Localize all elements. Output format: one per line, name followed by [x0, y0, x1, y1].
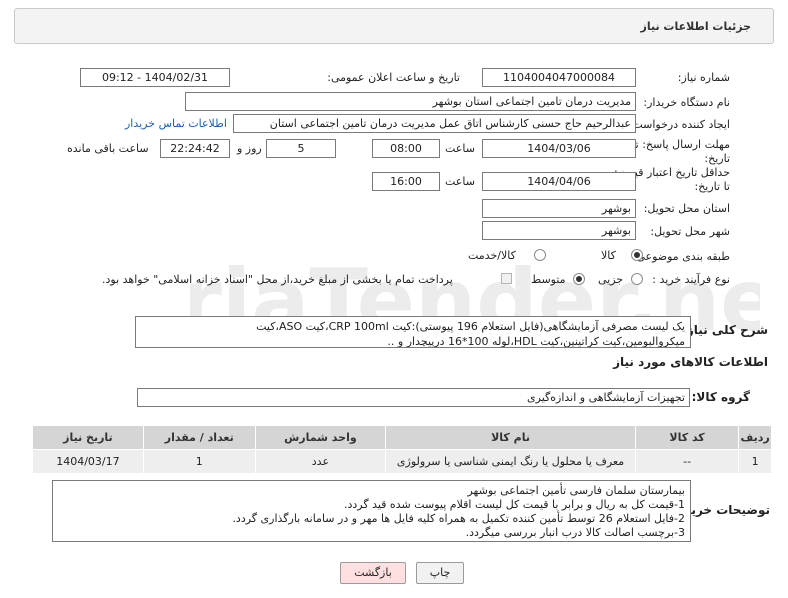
table-cell-row-number: 1: [738, 449, 772, 474]
header-frame: جزئیات اطلاعات نیاز: [14, 8, 774, 44]
reply-time-label: ساعت: [445, 142, 475, 155]
buyer-note-line-1: بیمارستان سلمان فارسی تأمین اجتماعی بوشه…: [467, 484, 685, 497]
process-radio-medium[interactable]: [573, 273, 585, 285]
buyer-note-line-4: 3-برچسب اصالت کالا درب انبار بررسی میگرد…: [465, 526, 685, 539]
payment-note: پرداخت تمام یا بخشی از مبلغ خرید،از محل …: [102, 273, 453, 286]
announce-label: تاریخ و ساعت اعلان عمومی:: [327, 71, 460, 84]
description-label: شرح کلی نیاز:: [682, 323, 768, 337]
table-header-unit: واحد شمارش: [254, 425, 387, 450]
print-button[interactable]: چاپ: [416, 562, 464, 584]
category-radio-goods-service[interactable]: [534, 249, 546, 261]
price-time-field: 16:00: [372, 172, 440, 191]
description-line-2: میکروالبومین،کیت کراتینین،کیت HDL،لوله 1…: [387, 335, 685, 348]
creator-field: عبدالرحیم حاج حسنی کارشناس اتاق عمل مدیر…: [233, 114, 636, 133]
table-cell-need-date: 1404/03/17: [32, 449, 144, 474]
announce-field: 1404/02/31 - 09:12: [80, 68, 230, 87]
need-number-field: 1104004047000084: [482, 68, 636, 87]
page-title: جزئیات اطلاعات نیاز: [640, 20, 752, 33]
buyer-field: مدیریت درمان تامین اجتماعی استان بوشهر: [185, 92, 636, 111]
process-option-minor: جزیی: [598, 273, 624, 286]
remaining-time-field: 22:24:42: [160, 139, 230, 158]
remaining-label: ساعت باقی مانده: [67, 142, 149, 155]
goods-group-label: گروه کالا:: [691, 390, 750, 404]
creator-label: ایجاد کننده درخواست:: [628, 118, 730, 131]
province-label: استان محل تحویل:: [643, 202, 730, 215]
process-label: نوع فرآیند خرید :: [652, 273, 730, 286]
table-cell-name: معرف یا محلول یا رنگ ایمنی شناسی یا سرول…: [385, 449, 636, 474]
days-field: 5: [266, 139, 336, 158]
buyer-note-line-2: 1-قیمت کل به ریال و برابر با قیمت کل لیس…: [343, 498, 685, 511]
table-header-name: نام کالا: [385, 425, 636, 450]
category-label: طبقه بندی موضوعی:: [632, 250, 730, 263]
table-row: 1 -- معرف یا محلول یا رنگ ایمنی شناسی یا…: [32, 449, 772, 474]
category-radio-goods[interactable]: [631, 249, 643, 261]
table-header-code: کد کالا: [634, 425, 740, 450]
description-line-1: یک لیست مصرفی آزمایشگاهی(فایل استعلام 19…: [256, 320, 685, 333]
days-label: روز و: [237, 142, 262, 155]
reply-time-field: 08:00: [372, 139, 440, 158]
city-label: شهر محل تحویل:: [650, 225, 730, 238]
category-option-goods: کالا: [601, 249, 616, 262]
table-cell-unit: عدد: [254, 449, 387, 474]
description-field: یک لیست مصرفی آزمایشگاهی(فایل استعلام 19…: [135, 316, 691, 348]
reply-deadline-label: مهلت ارسال پاسخ: تا تاریخ:: [632, 138, 730, 165]
table-cell-code: --: [634, 449, 740, 474]
goods-table: ردیف کد کالا نام کالا واحد شمارش تعداد /…: [32, 425, 772, 474]
price-date-field: 1404/04/06: [482, 172, 636, 191]
process-radio-minor[interactable]: [631, 273, 643, 285]
table-cell-quantity: 1: [142, 449, 256, 474]
buyer-label: نام دستگاه خریدار:: [643, 96, 730, 109]
process-option-medium: متوسط: [531, 273, 566, 286]
buyer-note-line-3: 2-فایل استعلام 26 توسط تأمین کننده تکمیل…: [232, 512, 685, 525]
treasury-checkbox[interactable]: [501, 273, 512, 284]
province-field: بوشهر: [482, 199, 636, 218]
goods-section-title: اطلاعات کالاهای مورد نیاز: [613, 355, 768, 369]
price-time-label: ساعت: [445, 175, 475, 188]
goods-group-field: تجهیزات آزمایشگاهی و اندازه‌گیری: [137, 388, 690, 407]
table-header-quantity: تعداد / مقدار: [142, 425, 256, 450]
table-header-need-date: تاریخ نیاز: [32, 425, 144, 450]
table-header-row-number: ردیف: [738, 425, 772, 450]
category-option-goods-service: کالا/خدمت: [468, 249, 516, 262]
contact-buyer-link[interactable]: اطلاعات تماس خریدار: [125, 117, 227, 130]
reply-date-field: 1404/03/06: [482, 139, 636, 158]
city-field: بوشهر: [482, 221, 636, 240]
back-button[interactable]: بازگشت: [340, 562, 406, 584]
buyer-notes-field: بیمارستان سلمان فارسی تأمین اجتماعی بوشه…: [52, 480, 691, 542]
need-number-label: شماره نیاز:: [677, 71, 730, 84]
